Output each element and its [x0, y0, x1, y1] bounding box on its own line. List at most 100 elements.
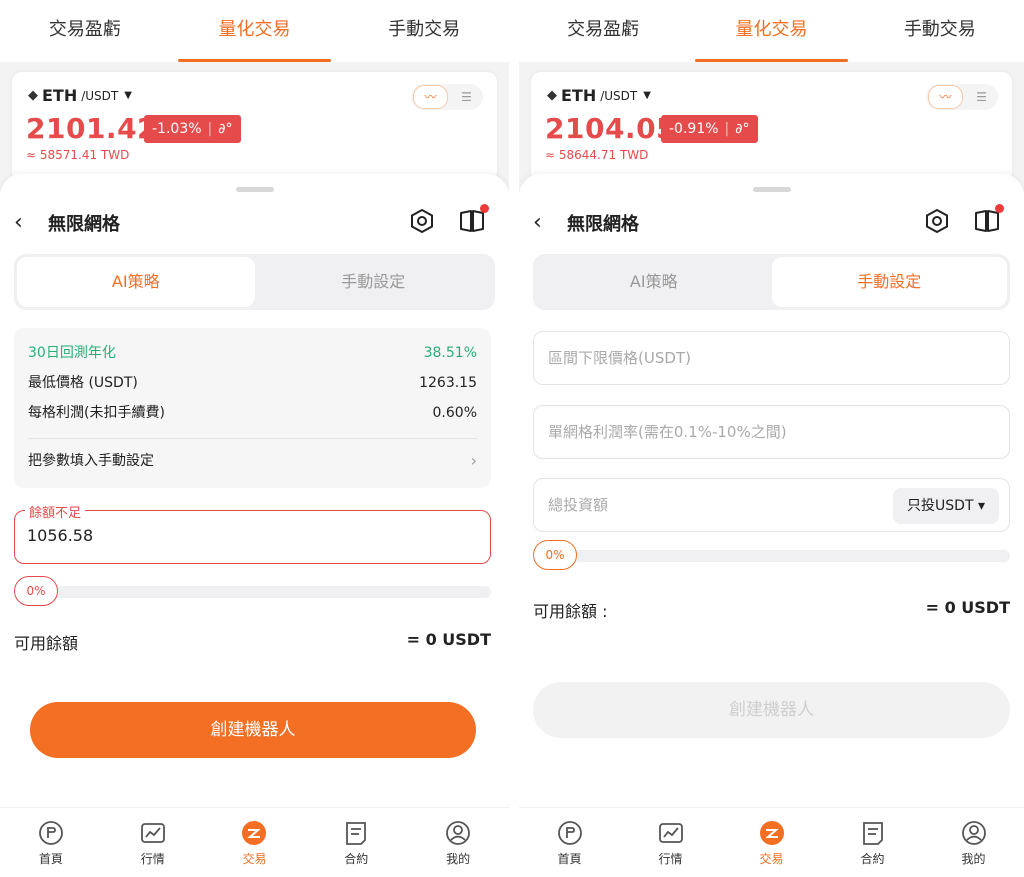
tab-manual-trading[interactable]: 手動交易: [339, 0, 509, 62]
summary-value: 38.51%: [423, 345, 477, 361]
nav-trade[interactable]: 交易: [721, 808, 822, 877]
ticker-card: ◆ ETH/USDT ▼ 2104.05 -0.91% | ∂° ≈ 58644…: [531, 72, 1012, 182]
pair-base: ETH: [561, 86, 597, 105]
top-tabs: 交易盈虧 量化交易 手動交易: [0, 0, 509, 62]
eth-icon: ◆: [28, 88, 38, 103]
home-icon: [557, 821, 582, 845]
chart-view-icon[interactable]: 〰: [413, 85, 448, 109]
segment-manual-setting[interactable]: 手動設定: [771, 257, 1007, 307]
segment-ai-strategy[interactable]: AI策略: [17, 257, 255, 307]
segment-ai-strategy[interactable]: AI策略: [536, 257, 772, 307]
lower-price-field[interactable]: [533, 331, 1010, 385]
screen-divider: [509, 0, 519, 877]
chevron-right-icon: ›: [470, 451, 477, 470]
settings-icon[interactable]: [924, 208, 950, 234]
slider-thumb[interactable]: 0%: [14, 576, 58, 606]
notification-dot: [995, 204, 1004, 213]
tab-trade-pnl[interactable]: 交易盈虧: [0, 0, 170, 62]
grid-sheet: ‹ 無限網格 AI策略 手動設定 30日回測年化 38.51% 最低價格 (US…: [0, 174, 509, 877]
nav-home[interactable]: 首頁: [519, 808, 620, 877]
grid-profit-field[interactable]: [533, 405, 1010, 459]
summary-value: 1263.15: [419, 375, 477, 391]
strategy-segment: AI策略 手動設定: [14, 254, 495, 310]
back-icon[interactable]: ‹: [533, 210, 542, 235]
grid-profit-input[interactable]: [534, 406, 1009, 458]
tab-trade-pnl[interactable]: 交易盈虧: [519, 0, 687, 62]
tab-manual-trading[interactable]: 手動交易: [856, 0, 1024, 62]
amount-slider[interactable]: 0%: [533, 540, 1010, 570]
chart-view-icon[interactable]: 〰: [928, 85, 963, 109]
nav-label: 行情: [658, 852, 683, 866]
separator: |: [207, 121, 213, 137]
create-bot-button[interactable]: 創建機器人: [30, 702, 476, 758]
sheet-grabber[interactable]: [235, 187, 274, 192]
market-chart-icon: [140, 823, 165, 843]
caret-down-icon: ▼: [643, 90, 651, 101]
summary-label: 30日回測年化: [28, 345, 116, 361]
ticker-card: ◆ ETH/USDT ▼ 2101.42 -1.03% | ∂° ≈ 58571…: [12, 72, 497, 182]
insufficient-balance-label: 餘額不足: [25, 502, 86, 521]
nav-home[interactable]: 首頁: [0, 808, 102, 877]
list-view-icon[interactable]: ☰: [450, 86, 483, 108]
nav-contract[interactable]: 合約: [305, 808, 407, 877]
lower-price-input[interactable]: [534, 332, 1009, 384]
bottom-nav: 首頁 行情 交易 合約 我的: [519, 807, 1024, 877]
nav-contract[interactable]: 合約: [822, 808, 923, 877]
view-toggle: 〰 ☰: [926, 84, 998, 110]
fiat-price: ≈ 58644.71 TWD: [545, 148, 649, 162]
available-value: = 0 USDT: [925, 598, 1010, 617]
amount-slider[interactable]: 0%: [14, 576, 491, 606]
grid-sheet: ‹ 無限網格 AI策略 手動設定 只投USDT ▾ 0% 可用餘額: [519, 174, 1024, 877]
nav-trade[interactable]: 交易: [204, 808, 306, 877]
bottom-nav: 首頁 行情 交易 合約 我的: [0, 807, 509, 877]
tab-quant-trading[interactable]: 量化交易: [170, 0, 340, 62]
pair-selector[interactable]: ◆ ETH/USDT ▼: [28, 86, 132, 105]
settings-icon[interactable]: [409, 208, 435, 234]
back-icon[interactable]: ‹: [14, 210, 23, 235]
nav-market[interactable]: 行情: [620, 808, 721, 877]
view-toggle: 〰 ☰: [411, 84, 483, 110]
nav-label: 行情: [140, 852, 165, 866]
total-invest-field[interactable]: 只投USDT ▾: [533, 478, 1010, 532]
price-change: -0.91%: [669, 121, 719, 137]
summary-row: 最低價格 (USDT) 1263.15: [28, 368, 477, 398]
sheet-grabber[interactable]: [752, 187, 791, 192]
fill-params-row[interactable]: 把參數填入手動設定 ›: [28, 439, 477, 483]
price-change-badge[interactable]: -1.03% | ∂°: [144, 115, 241, 143]
fill-params-label: 把參數填入手動設定: [28, 453, 154, 469]
available-label: 可用餘額: [14, 634, 79, 653]
price-change-badge[interactable]: -0.91% | ∂°: [661, 115, 758, 143]
create-bot-button[interactable]: 創建機器人: [533, 682, 1010, 738]
slider-thumb[interactable]: 0%: [533, 540, 577, 570]
nav-label: 交易: [242, 852, 267, 866]
available-balance: 可用餘額 : = 0 USDT: [533, 598, 1010, 622]
nav-profile[interactable]: 我的: [407, 808, 509, 877]
fiat-price: ≈ 58571.41 TWD: [26, 148, 130, 162]
invest-amount-value: 1056.58: [27, 526, 94, 545]
pair-quote: /USDT: [81, 88, 119, 103]
pair-selector[interactable]: ◆ ETH/USDT ▼: [547, 86, 651, 105]
list-view-icon[interactable]: ☰: [965, 86, 998, 108]
trade-icon: [242, 821, 267, 845]
contract-icon: [862, 822, 883, 845]
left-screen: 交易盈虧 量化交易 手動交易 ◆ ETH/USDT ▼ 2101.42 -1.0…: [0, 0, 509, 877]
available-label: 可用餘額 :: [533, 602, 608, 621]
nav-profile[interactable]: 我的: [923, 808, 1024, 877]
nav-label: 我的: [446, 852, 471, 866]
available-value: = 0 USDT: [406, 630, 491, 649]
invest-unit-dropdown[interactable]: 只投USDT ▾: [893, 488, 999, 524]
market-chart-icon: [658, 823, 683, 843]
nav-label: 首頁: [38, 852, 63, 866]
summary-value: 0.60%: [432, 405, 477, 421]
tab-quant-trading[interactable]: 量化交易: [687, 0, 855, 62]
summary-row: 每格利潤(未扣手續費) 0.60%: [28, 398, 477, 428]
segment-manual-setting[interactable]: 手動設定: [255, 257, 493, 307]
price-change: -1.03%: [152, 121, 202, 137]
summary-label: 最低價格 (USDT): [28, 375, 138, 391]
contract-icon: [346, 822, 367, 845]
invest-amount-field[interactable]: 餘額不足 1056.58: [14, 502, 491, 564]
sheet-title: 無限網格: [48, 214, 120, 235]
trade-icon: [759, 821, 784, 845]
nav-label: 首頁: [557, 852, 582, 866]
nav-market[interactable]: 行情: [102, 808, 204, 877]
